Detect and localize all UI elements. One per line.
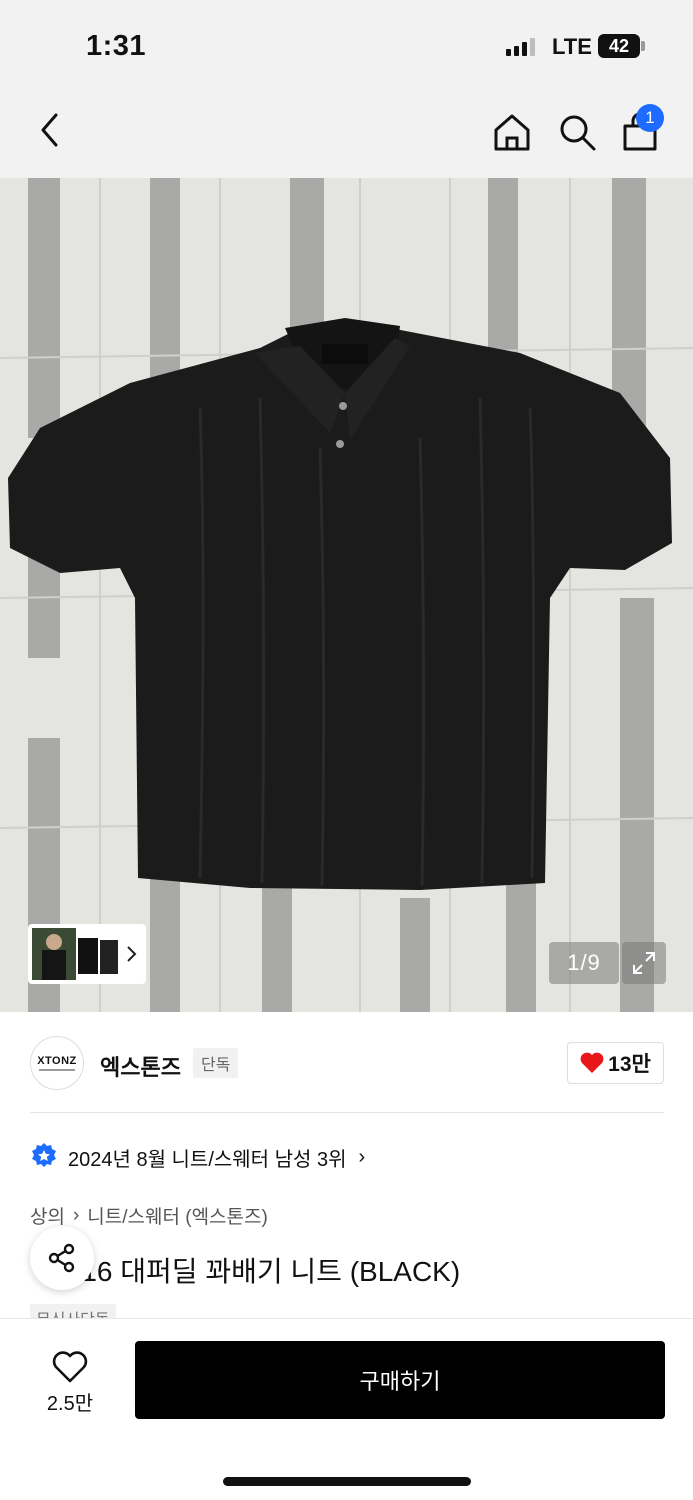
brand-row: XTONZ 엑스톤즈 단독 13만 [0,1012,693,1112]
product-image[interactable] [0,178,693,1012]
home-button[interactable] [490,110,534,154]
expand-icon [633,952,655,974]
search-icon [560,115,596,151]
ranking-text: 2024년 8월 니트/스웨터 남성 3위 [68,1148,347,1171]
wishlist-count: 2.5만 [46,1392,94,1415]
product-title: XT016 대퍼딜 꽈배기 니트 (BLACK) [30,1256,461,1287]
breadcrumb-category[interactable]: 상의 [30,1202,65,1229]
signal-icon [506,38,535,56]
image-page-counter: 1/9 [549,942,619,984]
expand-button[interactable] [622,942,666,984]
exclusive-badge: 단독 [193,1048,239,1078]
thumbnail-images [32,928,118,980]
bottom-action-bar: 2.5만 구매하기 [0,1318,693,1500]
battery-icon: 42 [598,34,640,58]
wishlist-button[interactable]: 2.5만 [30,1343,110,1423]
search-button[interactable] [555,110,599,154]
chevron-right-icon: › [72,1204,80,1226]
brand-logo-underline [39,1069,75,1071]
brand-logo-text: XTONZ [37,1055,77,1067]
chevron-right-icon [120,943,142,965]
heart-outline-icon [52,1350,88,1382]
home-indicator [223,1477,471,1486]
nav-bar [0,90,693,178]
product-photo [0,178,693,1012]
back-icon [41,113,58,147]
ranking-badge-icon [32,1143,56,1167]
home-icon [494,114,530,151]
divider [30,1112,664,1113]
status-time: 1:31 [86,30,147,62]
ranking-row[interactable]: 2024년 8월 니트/스웨터 남성 3위 › [30,1142,365,1172]
exclusive-tag: 무신사단독 [30,1304,116,1318]
brand-like-count: 13만 [608,1053,651,1076]
network-label: LTE [552,34,592,59]
chevron-right-icon: › [358,1145,366,1168]
breadcrumb-subcategory[interactable]: 니트/스웨터 (엑스톤즈) [87,1202,268,1229]
brand-logo[interactable]: XTONZ [30,1036,84,1090]
heart-filled-icon [580,1052,604,1073]
brand-name[interactable]: 엑스톤즈 [100,1050,181,1082]
cart-badge: 1 [636,104,664,132]
thumbnail-strip[interactable] [28,924,146,984]
share-icon [48,1243,75,1273]
buy-button[interactable]: 구매하기 [135,1341,665,1419]
battery-cap [641,41,645,51]
status-bar: 1:31 LTE 42 [0,0,693,90]
back-button[interactable] [30,110,70,150]
breadcrumb: 상의 › 니트/스웨터 (엑스톤즈) [30,1202,268,1229]
share-button[interactable] [30,1226,94,1290]
brand-like-button[interactable]: 13만 [567,1042,664,1084]
